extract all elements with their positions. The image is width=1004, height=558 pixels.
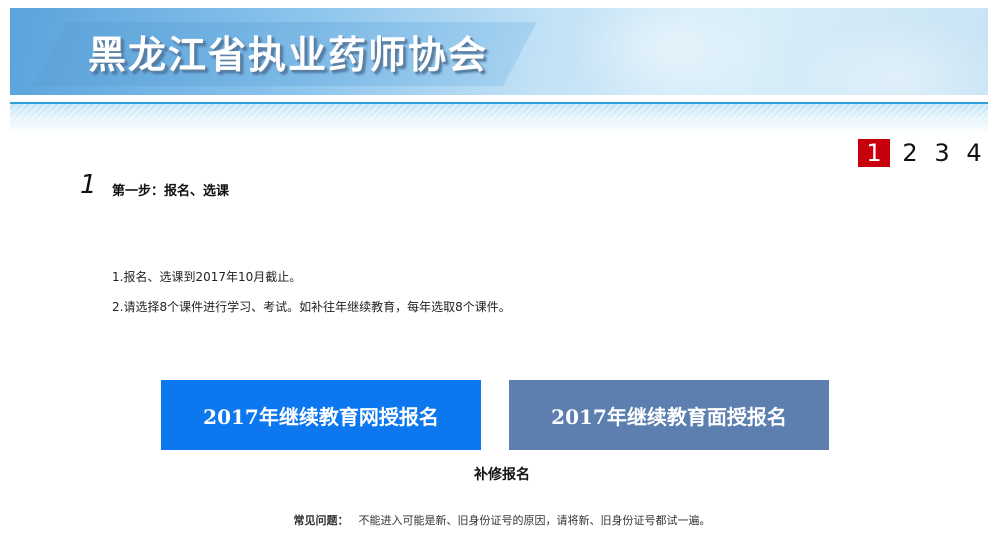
faq-label: 常见问题： [293,514,349,527]
facetoface-registration-button[interactable]: 2017年继续教育面授报名 [509,380,829,450]
faq-text: 不能进入可能是新、旧身份证号的原因，请将新、旧身份证号都试一遍。 [358,514,711,527]
banner-highlight [790,18,988,95]
makeup-registration-link[interactable]: 补修报名 [0,464,1004,484]
step-3-indicator[interactable]: 3 [930,139,954,167]
faq-line: 常见问题： 不能进入可能是新、旧身份证号的原因，请将新、旧身份证号都试一遍。 [0,512,1004,528]
banner-highlight [570,8,770,95]
note-item: 1.报名、选课到2017年10月截止。 [112,270,302,284]
step-4-indicator[interactable]: 4 [962,139,986,167]
step-2-indicator[interactable]: 2 [898,139,922,167]
note-item: 2.请选择8个课件进行学习、考试。如补往年继续教育，每年选取8个课件。 [112,300,511,314]
notes-list: 1.报名、选课到2017年10月截止。 2.请选择8个课件进行学习、考试。如补往… [112,270,511,330]
current-step-number: 1 [80,170,97,200]
online-registration-button[interactable]: 2017年继续教育网授报名 [161,380,481,450]
step-indicator: 1 2 3 4 [858,139,986,167]
site-title: 黑龙江省执业药师协会 [88,32,489,77]
header-band [10,102,988,134]
step-1-indicator[interactable]: 1 [858,139,890,167]
header-banner: 黑龙江省执业药师协会 [10,8,988,95]
current-step-title: 第一步：报名、选课 [112,184,230,199]
band-pattern [10,104,988,120]
